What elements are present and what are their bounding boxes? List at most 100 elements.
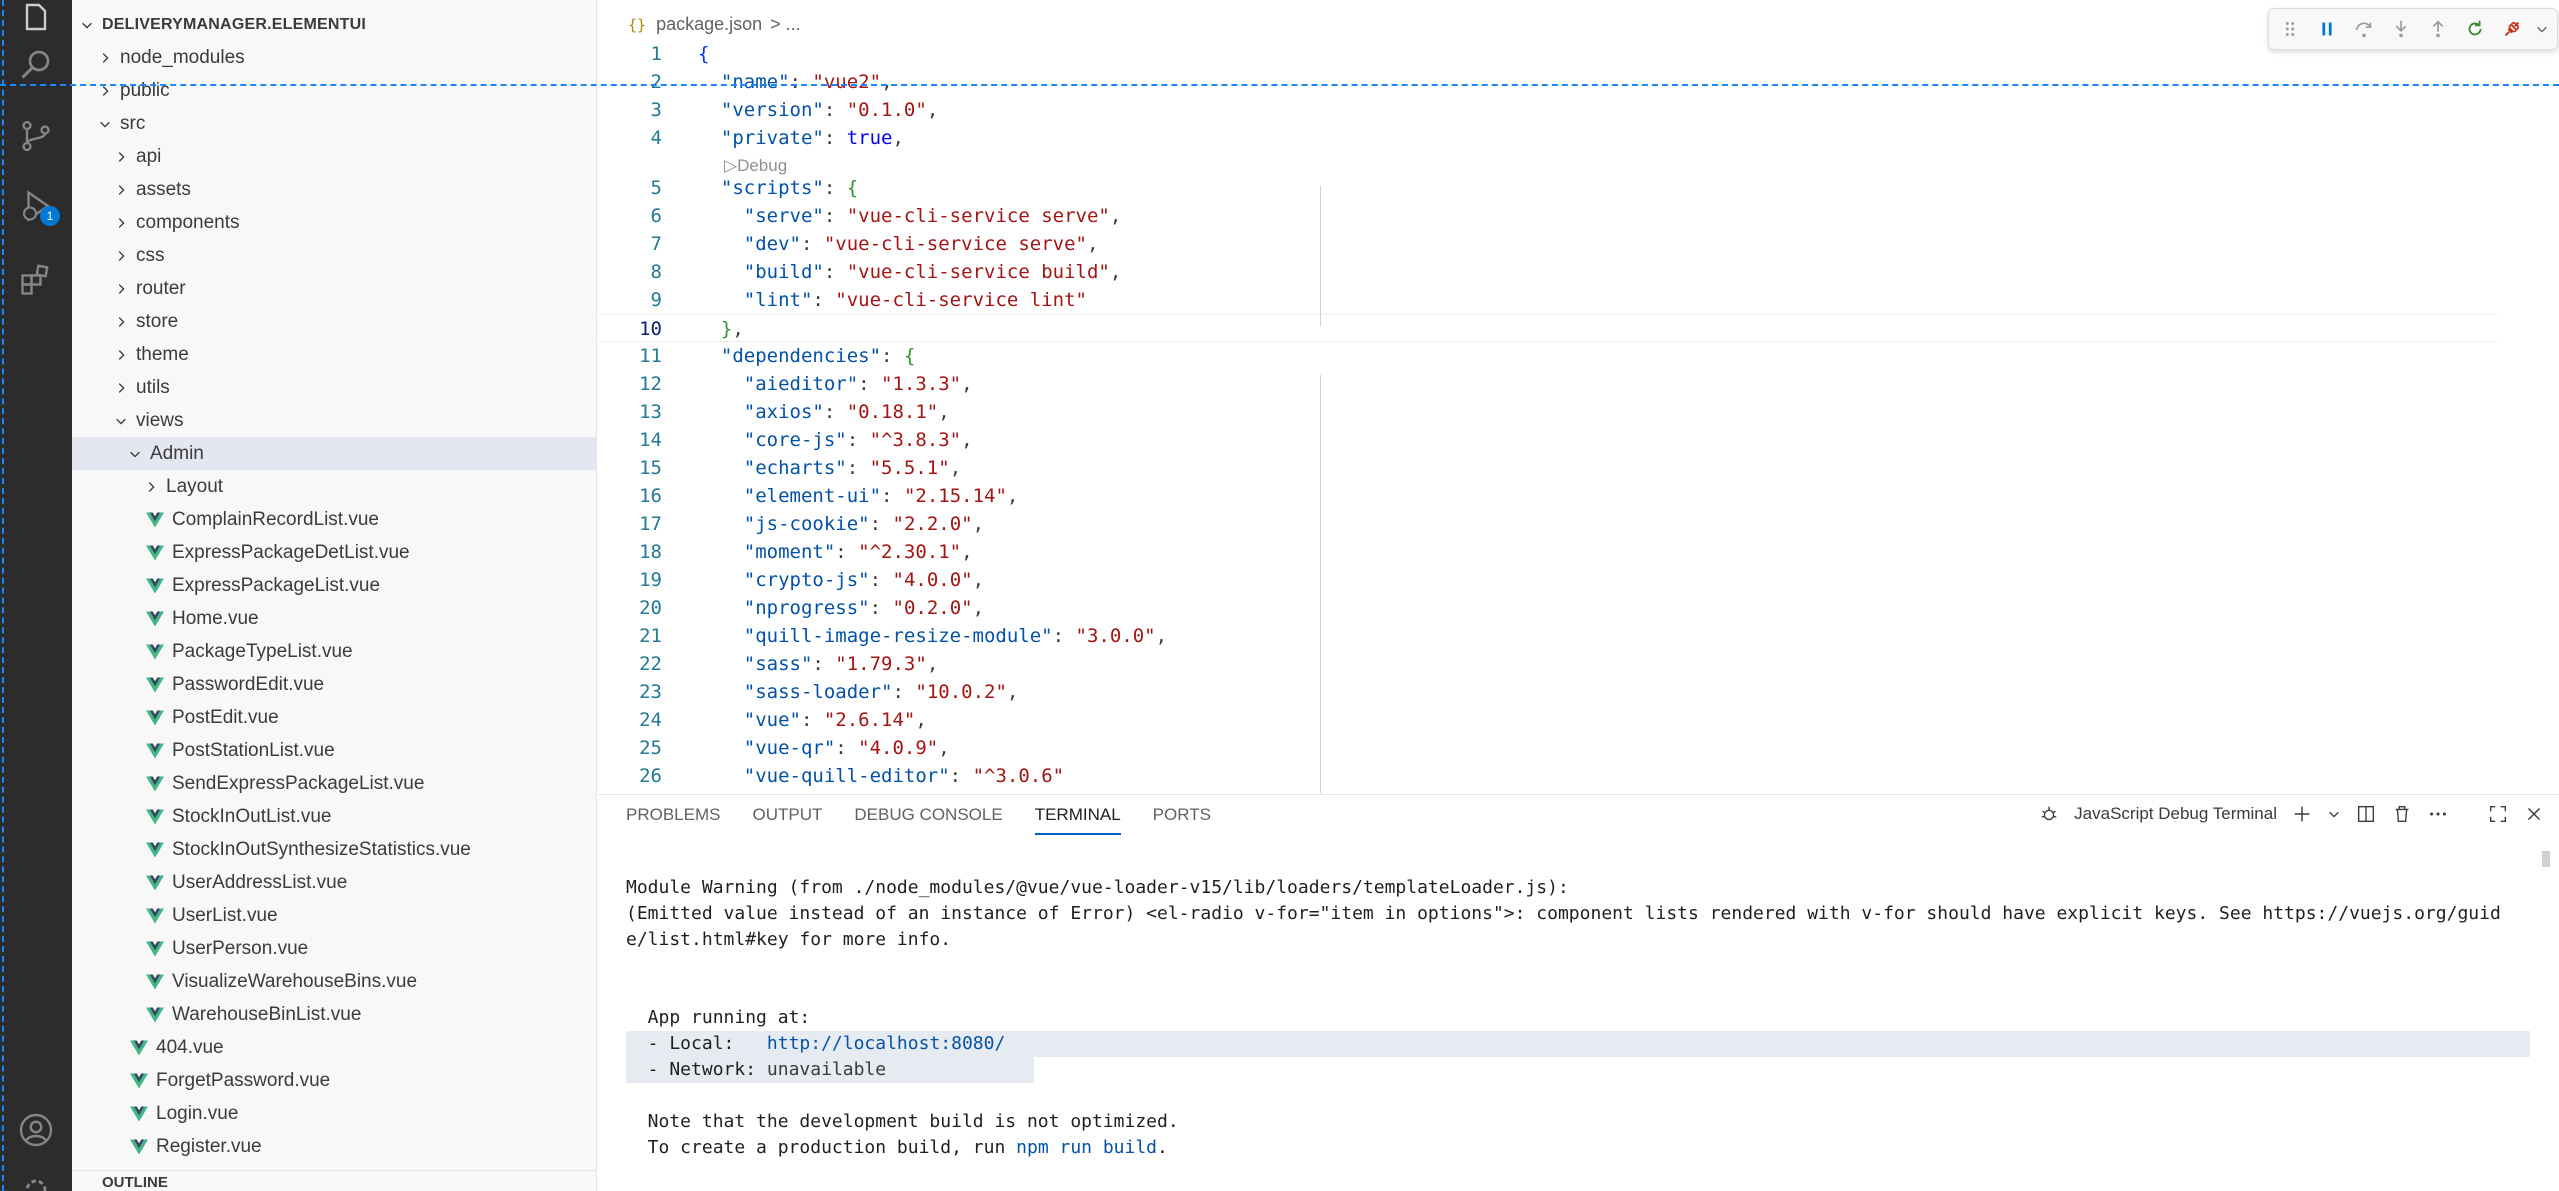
maximize-panel-icon[interactable] [2487,803,2509,825]
folder-item[interactable]: Layout [72,470,596,503]
outline-section-header[interactable]: OUTLINE [72,1170,596,1191]
file-item[interactable]: SendExpressPackageList.vue [72,767,596,800]
code-line[interactable]: 1{ [598,40,2498,68]
breadcrumb-more[interactable]: > ... [770,14,801,35]
code-line[interactable]: 18 "moment": "^2.30.1", [598,538,2498,566]
code-line[interactable]: 20 "nprogress": "0.2.0", [598,594,2498,622]
code-line[interactable]: 4 "private": true, [598,124,2498,152]
file-item[interactable]: ForgetPassword.vue [72,1064,596,1097]
file-item[interactable]: ExpressPackageList.vue [72,569,596,602]
chevron-down-icon[interactable] [2327,807,2341,821]
code-line[interactable]: 5 "scripts": { [598,174,2498,202]
file-item[interactable]: UserList.vue [72,899,596,932]
code-line[interactable]: 16 "element-ui": "2.15.14", [598,482,2498,510]
chevron-down-icon[interactable] [2535,15,2549,43]
breadcrumb-file[interactable]: package.json [656,14,762,35]
pause-icon[interactable] [2314,15,2341,43]
terminal-scrollbar[interactable] [2542,851,2550,867]
folder-item[interactable]: router [72,272,596,305]
folder-item[interactable]: views [72,404,596,437]
folder-item[interactable]: Admin [72,437,596,470]
tab-output[interactable]: OUTPUT [752,805,822,835]
folder-item[interactable]: assets [72,173,596,206]
split-terminal-icon[interactable] [2355,803,2377,825]
trash-icon[interactable] [2391,803,2413,825]
code-line[interactable]: 23 "sass-loader": "10.0.2", [598,678,2498,706]
code-token: , [1109,261,1122,283]
vue-file-icon [146,644,164,660]
disconnect-icon[interactable] [2498,15,2525,43]
file-item[interactable]: Login.vue [72,1097,596,1130]
folder-item[interactable]: css [72,239,596,272]
terminal-name[interactable]: JavaScript Debug Terminal [2074,804,2277,824]
code-line[interactable]: 14 "core-js": "^3.8.3", [598,426,2498,454]
code-line[interactable]: 12 "aieditor": "1.3.3", [598,370,2498,398]
code-line[interactable]: 10 }, [598,314,2498,342]
workspace-root[interactable]: DELIVERYMANAGER.ELEMENTUI [72,8,596,41]
extensions-icon[interactable] [16,260,56,300]
folder-item[interactable]: src [72,107,596,140]
file-item[interactable]: UserAddressList.vue [72,866,596,899]
code-line[interactable]: 9 "lint": "vue-cli-service lint" [598,286,2498,314]
debug-codelens[interactable]: ▷Debug [724,156,787,176]
code-line[interactable]: 22 "sass": "1.79.3", [598,650,2498,678]
code-line[interactable]: 26 "vue-quill-editor": "^3.0.6" [598,762,2498,790]
folder-item[interactable]: public [72,74,596,107]
tab-debug-console[interactable]: DEBUG CONSOLE [854,805,1002,835]
source-control-icon[interactable] [16,116,56,156]
file-item[interactable]: PostEdit.vue [72,701,596,734]
file-item[interactable]: PasswordEdit.vue [72,668,596,701]
folder-item[interactable]: store [72,305,596,338]
more-actions-icon[interactable] [2427,803,2449,825]
line-number: 2 [650,71,662,93]
step-out-icon[interactable] [2424,15,2451,43]
code-line[interactable]: 3 "version": "0.1.0", [598,96,2498,124]
account-icon[interactable] [16,1110,56,1150]
code-line[interactable]: 19 "crypto-js": "4.0.0", [598,566,2498,594]
file-item[interactable]: UserPerson.vue [72,932,596,965]
file-item[interactable]: Register.vue [72,1130,596,1163]
vue-file-icon [130,1073,148,1089]
code-line[interactable]: 25 "vue-qr": "4.0.9", [598,734,2498,762]
file-item[interactable]: PostStationList.vue [72,734,596,767]
file-item[interactable]: ComplainRecordList.vue [72,503,596,536]
file-item[interactable]: StockInOutSynthesizeStatistics.vue [72,833,596,866]
folder-item[interactable]: utils [72,371,596,404]
search-icon[interactable] [16,44,56,84]
file-item[interactable]: Home.vue [72,602,596,635]
file-item[interactable]: WarehouseBinList.vue [72,998,596,1031]
code-line[interactable]: 13 "axios": "0.18.1", [598,398,2498,426]
drag-handle-icon[interactable] [2277,15,2304,43]
step-into-icon[interactable] [2388,15,2415,43]
settings-gear-icon[interactable] [16,1170,56,1191]
code-line[interactable]: 17 "js-cookie": "2.2.0", [598,510,2498,538]
folder-item[interactable]: components [72,206,596,239]
folder-item[interactable]: node_modules [72,41,596,74]
close-icon[interactable] [2523,803,2545,825]
file-item[interactable]: 404.vue [72,1031,596,1064]
code-text: "vue-quill-editor": "^3.0.6" [698,762,1064,790]
tab-terminal[interactable]: TERMINAL [1034,805,1121,835]
code-line[interactable]: 11 "dependencies": { [598,342,2498,370]
code-line[interactable]: 2 "name": "vue2", [598,68,2498,96]
code-line[interactable]: 24 "vue": "2.6.14", [598,706,2498,734]
code-line[interactable]: 7 "dev": "vue-cli-service serve", [598,230,2498,258]
file-item[interactable]: StockInOutList.vue [72,800,596,833]
tab-ports[interactable]: PORTS [1153,805,1211,835]
file-item[interactable]: VisualizeWarehouseBins.vue [72,965,596,998]
code-line[interactable]: 6 "serve": "vue-cli-service serve", [598,202,2498,230]
restart-icon[interactable] [2461,15,2488,43]
code-line[interactable]: 21 "quill-image-resize-module": "3.0.0", [598,622,2498,650]
code-line[interactable]: 15 "echarts": "5.5.1", [598,454,2498,482]
folder-item[interactable]: api [72,140,596,173]
file-item[interactable]: PackageTypeList.vue [72,635,596,668]
local-url-link[interactable]: http://localhost:8080/ [767,1033,1005,1054]
code-line[interactable]: 8 "build": "vue-cli-service build", [598,258,2498,286]
new-terminal-icon[interactable] [2291,803,2313,825]
file-item[interactable]: ExpressPackageDetList.vue [72,536,596,569]
explorer-icon[interactable] [16,0,56,40]
folder-item[interactable]: theme [72,338,596,371]
tab-problems[interactable]: PROBLEMS [626,805,720,835]
step-over-icon[interactable] [2351,15,2378,43]
